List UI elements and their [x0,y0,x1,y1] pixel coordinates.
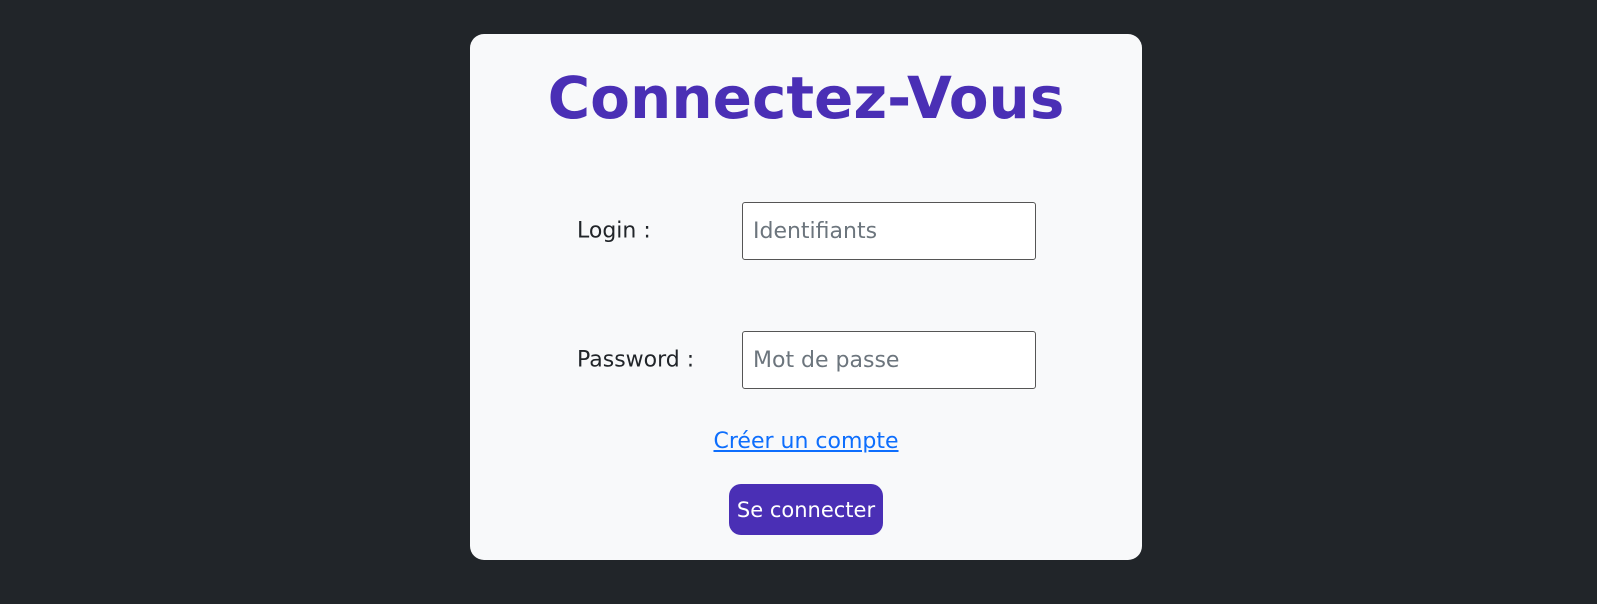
login-button[interactable]: Se connecter [728,484,884,535]
create-account-container: Créer un compte [470,429,1142,454]
submit-container: Se connecter [470,484,1142,535]
login-card: Connectez-Vous Login : Password : Créer … [470,34,1142,560]
password-row: Password : [577,331,1037,389]
password-label: Password : [577,347,695,373]
page-title: Connectez-Vous [547,64,1065,132]
create-account-link[interactable]: Créer un compte [713,429,898,454]
login-row: Login : [577,202,1037,260]
login-input[interactable] [742,202,1036,260]
password-input[interactable] [742,331,1036,389]
login-label: Login : [577,218,651,244]
